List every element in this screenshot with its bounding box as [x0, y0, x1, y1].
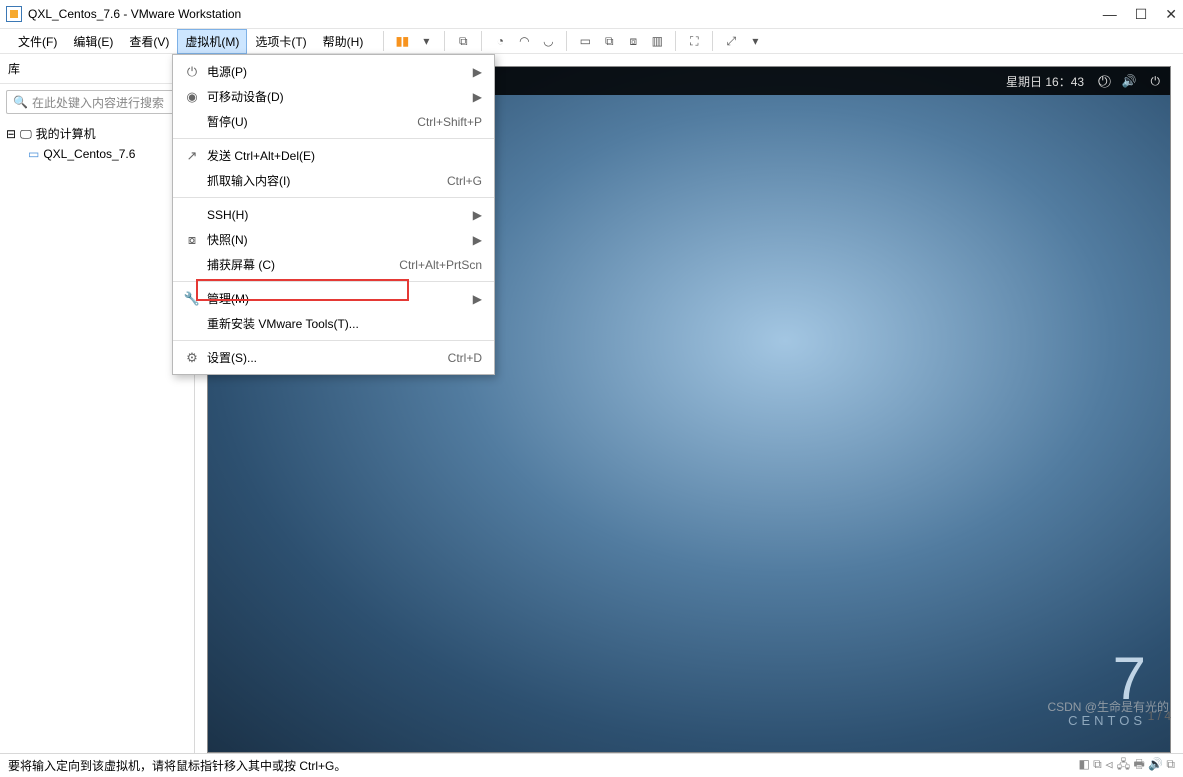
search-placeholder: 在此处键入内容进行搜索: [32, 94, 164, 111]
menu-capture-label: 捕获屏幕 (C): [203, 256, 399, 273]
dropdown-caret-icon[interactable]: ▾: [414, 29, 438, 53]
menu-ssh-label: SSH(H): [203, 208, 467, 222]
menu-capture-shortcut: Ctrl+Alt+PrtScn: [399, 258, 482, 272]
divider: [173, 281, 494, 282]
menu-pause[interactable]: 暂停(U) Ctrl+Shift+P: [173, 109, 494, 134]
status-icons: ◧ ⧉ ⏿ 🖧 🖶 🔊 ⧉: [1078, 755, 1175, 776]
toolbar: ▮▮ ▾ ⧉ ◔ ◠ ◡ ▭ ⧉ ⧈ ▥ ⛶ ⤢ ▾: [377, 29, 767, 53]
close-button[interactable]: ✕: [1165, 6, 1177, 23]
snapshot-manage-icon[interactable]: ◡: [536, 29, 560, 53]
divider: [173, 197, 494, 198]
vm-icon: ▭: [28, 144, 39, 164]
library-tree: ⊟ 🖵 我的计算机 ▭ QXL_Centos_7.6: [0, 120, 194, 168]
submenu-arrow-icon: ▶: [473, 208, 482, 222]
minimize-button[interactable]: —: [1103, 6, 1117, 23]
search-input[interactable]: 🔍 在此处键入内容进行搜索: [6, 90, 188, 114]
menu-send-cad-label: 发送 Ctrl+Alt+Del(E): [203, 147, 482, 164]
tree-vm-label: QXL_Centos_7.6: [43, 144, 135, 164]
guest-clock: 星期日 16：43: [1006, 73, 1084, 90]
menu-pause-shortcut: Ctrl+Shift+P: [417, 115, 482, 129]
view-thumbnail-icon[interactable]: ▥: [645, 29, 669, 53]
menu-power-label: 电源(P): [203, 63, 467, 80]
divider: [173, 340, 494, 341]
status-bar: 要将输入定向到该虚拟机，请将鼠标指针移入其中或按 Ctrl+G。 ◧ ⧉ ⏿ 🖧…: [0, 753, 1183, 777]
send-icon: ↗: [181, 148, 203, 164]
menu-settings[interactable]: ⚙ 设置(S)... Ctrl+D: [173, 345, 494, 370]
menu-manage[interactable]: 🔧 管理(M) ▶: [173, 286, 494, 311]
menu-snapshot-label: 快照(N): [203, 231, 467, 248]
menu-edit[interactable]: 编辑(E): [65, 29, 121, 54]
snapshot-revert-icon[interactable]: ◠: [512, 29, 536, 53]
devices-icon[interactable]: ⧉: [451, 29, 475, 53]
menu-ssh[interactable]: SSH(H) ▶: [173, 202, 494, 227]
menu-reinstall-tools[interactable]: 重新安装 VMware Tools(T)...: [173, 311, 494, 336]
centos-brand: 7 CENTOS: [1068, 644, 1146, 728]
brand-name: CENTOS: [1068, 713, 1146, 728]
watermark: CSDN @生命是有光的: [1047, 698, 1169, 715]
submenu-arrow-icon: ▶: [473, 90, 482, 104]
snapshot-take-icon[interactable]: ◔: [488, 29, 512, 53]
menu-reinstall-label: 重新安装 VMware Tools(T)...: [203, 315, 482, 332]
wrench-icon: 🔧: [181, 291, 203, 307]
power-icon[interactable]: ⏻: [1151, 74, 1161, 89]
view-single-icon[interactable]: ▭: [573, 29, 597, 53]
tree-root[interactable]: ⊟ 🖵 我的计算机: [6, 124, 188, 144]
menu-grab-label: 抓取输入内容(I): [203, 172, 447, 189]
menu-grab-input[interactable]: 抓取输入内容(I) Ctrl+G: [173, 168, 494, 193]
pause-icon[interactable]: ▮▮: [390, 29, 414, 53]
stretch-caret-icon[interactable]: ▾: [743, 29, 767, 53]
computer-icon: 🖵: [20, 124, 32, 144]
divider: [173, 138, 494, 139]
menu-help[interactable]: 帮助(H): [315, 29, 372, 54]
menu-power[interactable]: ⏻ 电源(P) ▶: [173, 59, 494, 84]
submenu-arrow-icon: ▶: [473, 65, 482, 79]
menu-capture[interactable]: 捕获屏幕 (C) Ctrl+Alt+PrtScn: [173, 252, 494, 277]
menu-settings-label: 设置(S)...: [203, 349, 448, 366]
menu-send-cad[interactable]: ↗ 发送 Ctrl+Alt+Del(E): [173, 143, 494, 168]
library-title: 库: [8, 60, 20, 77]
usb-icon: ◉: [181, 89, 203, 105]
stretch-icon[interactable]: ⤢: [719, 29, 743, 53]
maximize-button[interactable]: ☐: [1135, 6, 1148, 23]
power-icon: ⏻: [181, 64, 203, 80]
fullscreen-icon[interactable]: ⛶: [682, 29, 706, 53]
menu-removable-label: 可移动设备(D): [203, 88, 467, 105]
menu-grab-shortcut: Ctrl+G: [447, 174, 482, 188]
tree-vm-item[interactable]: ▭ QXL_Centos_7.6: [6, 144, 188, 164]
submenu-arrow-icon: ▶: [473, 233, 482, 247]
status-hint: 要将输入定向到该虚拟机，请将鼠标指针移入其中或按 Ctrl+G。: [8, 757, 346, 774]
collapse-icon: ⊟: [6, 124, 16, 144]
submenu-arrow-icon: ▶: [473, 292, 482, 306]
menubar: 文件(F) 编辑(E) 查看(V) 虚拟机(M) 选项卡(T) 帮助(H) ▮▮…: [0, 28, 1183, 54]
titlebar: QXL_Centos_7.6 - VMware Workstation — ☐ …: [0, 0, 1183, 28]
menu-manage-label: 管理(M): [203, 290, 467, 307]
menu-tabs[interactable]: 选项卡(T): [247, 29, 314, 54]
menu-pause-label: 暂停(U): [203, 113, 417, 130]
view-unity-icon[interactable]: ⧈: [621, 29, 645, 53]
gear-icon: ⚙: [181, 350, 203, 366]
window-title: QXL_Centos_7.6 - VMware Workstation: [28, 7, 241, 21]
view-console-icon[interactable]: ⧉: [597, 29, 621, 53]
menu-vm[interactable]: 虚拟机(M): [177, 29, 247, 54]
menu-snapshot[interactable]: ⧇ 快照(N) ▶: [173, 227, 494, 252]
vm-menu-dropdown: ⏻ 电源(P) ▶ ◉ 可移动设备(D) ▶ 暂停(U) Ctrl+Shift+…: [172, 54, 495, 375]
menu-file[interactable]: 文件(F): [10, 29, 65, 54]
menu-settings-shortcut: Ctrl+D: [448, 351, 482, 365]
search-icon: 🔍: [13, 95, 28, 109]
menu-view[interactable]: 查看(V): [121, 29, 177, 54]
menu-removable[interactable]: ◉ 可移动设备(D) ▶: [173, 84, 494, 109]
volume-icon[interactable]: 🔊: [1122, 74, 1137, 88]
network-icon[interactable]: ⏻⃝: [1098, 74, 1108, 89]
app-icon: [6, 6, 22, 22]
camera-icon: ⧇: [181, 232, 203, 248]
library-panel: 库 ✕ 🔍 在此处键入内容进行搜索 ⊟ 🖵 我的计算机 ▭ QXL_Centos…: [0, 54, 195, 753]
tree-root-label: 我的计算机: [36, 124, 96, 144]
